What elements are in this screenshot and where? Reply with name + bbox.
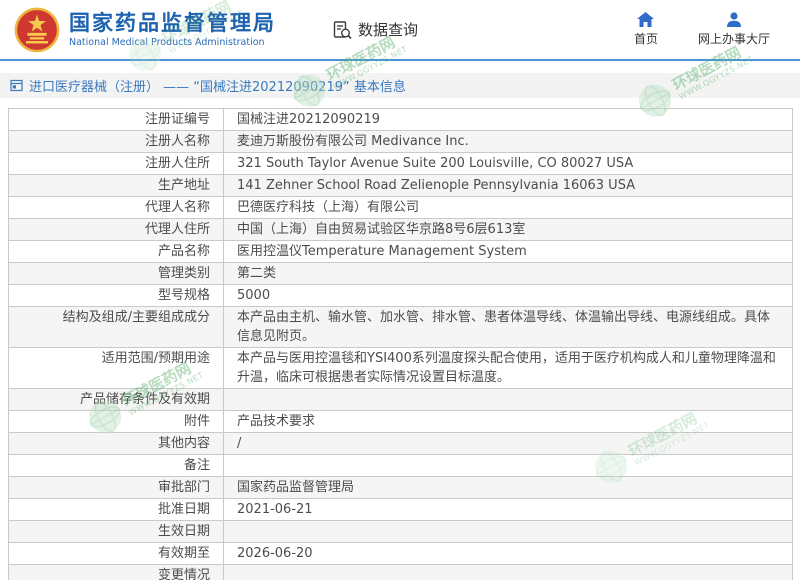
nav-service-hall[interactable]: 网上办事大厅 (698, 12, 770, 47)
table-row: 注册证编号国械注进20212090219 (9, 109, 792, 131)
header-nav: 首页 网上办事大厅 (634, 12, 800, 47)
table-row: 结构及组成/主要组成成分本产品由主机、输水管、加水管、排水管、患者体温导线、体温… (9, 307, 792, 348)
row-label: 适用范围/预期用途 (9, 348, 223, 388)
page-header: 国家药品监督管理局 National Medical Products Admi… (0, 0, 800, 61)
table-row: 批准日期2021-06-21 (9, 499, 792, 521)
table-row: 产品储存条件及有效期 (9, 389, 792, 411)
row-value: 巴德医疗科技（上海）有限公司 (223, 197, 792, 218)
row-value: / (223, 433, 792, 454)
nmpa-brand: 国家药品监督管理局 National Medical Products Admi… (0, 7, 276, 53)
row-value: 第二类 (223, 263, 792, 284)
row-label: 注册证编号 (9, 109, 223, 130)
document-search-icon (332, 20, 352, 40)
data-query-title[interactable]: 数据查询 (332, 19, 418, 40)
row-label: 代理人名称 (9, 197, 223, 218)
row-value: 麦迪万斯股份有限公司 Medivance Inc. (223, 131, 792, 152)
national-emblem-logo (14, 7, 60, 53)
table-row: 备注 (9, 455, 792, 477)
row-label: 结构及组成/主要组成成分 (9, 307, 223, 347)
row-label: 产品名称 (9, 241, 223, 262)
row-label: 批准日期 (9, 499, 223, 520)
user-icon (726, 12, 742, 27)
row-value (223, 455, 792, 476)
row-value: 2026-06-20 (223, 543, 792, 564)
row-label: 注册人住所 (9, 153, 223, 174)
brand-text: 国家药品监督管理局 National Medical Products Admi… (69, 11, 276, 48)
row-value (223, 389, 792, 410)
page-icon (10, 79, 23, 92)
table-row: 产品名称医用控温仪Temperature Management System (9, 241, 792, 263)
breadcrumb-text: 进口医疗器械（注册） —— “国械注进20212090219” 基本信息 (29, 76, 406, 95)
table-row: 注册人住所321 South Taylor Avenue Suite 200 L… (9, 153, 792, 175)
row-value: 321 South Taylor Avenue Suite 200 Louisv… (223, 153, 792, 174)
nav-home[interactable]: 首页 (634, 12, 658, 47)
row-value: 141 Zehner School Road Zelienople Pennsy… (223, 175, 792, 196)
row-value: 产品技术要求 (223, 411, 792, 432)
row-label: 备注 (9, 455, 223, 476)
row-label: 有效期至 (9, 543, 223, 564)
row-value: 本产品由主机、输水管、加水管、排水管、患者体温导线、体温输出导线、电源线组成。具… (223, 307, 792, 347)
row-value: 国家药品监督管理局 (223, 477, 792, 498)
section-title-label: 数据查询 (358, 19, 418, 40)
row-label: 产品储存条件及有效期 (9, 389, 223, 410)
table-row: 型号规格5000 (9, 285, 792, 307)
table-row: 生效日期 (9, 521, 792, 543)
row-value: 2021-06-21 (223, 499, 792, 520)
table-row: 附件产品技术要求 (9, 411, 792, 433)
row-label: 审批部门 (9, 477, 223, 498)
org-name-en: National Medical Products Administration (69, 37, 276, 48)
table-row: 变更情况 (9, 565, 792, 580)
table-row: 生产地址141 Zehner School Road Zelienople Pe… (9, 175, 792, 197)
table-row: 代理人名称巴德医疗科技（上海）有限公司 (9, 197, 792, 219)
row-value (223, 521, 792, 542)
nav-service-hall-label: 网上办事大厅 (698, 30, 770, 47)
table-row: 代理人住所中国（上海）自由贸易试验区华京路8号6层613室 (9, 219, 792, 241)
row-value (223, 565, 792, 580)
table-row: 注册人名称麦迪万斯股份有限公司 Medivance Inc. (9, 131, 792, 153)
row-label: 管理类别 (9, 263, 223, 284)
row-label: 变更情况 (9, 565, 223, 580)
table-row: 有效期至2026-06-20 (9, 543, 792, 565)
breadcrumb: 进口医疗器械（注册） —— “国械注进20212090219” 基本信息 (0, 73, 800, 98)
table-row: 管理类别第二类 (9, 263, 792, 285)
table-row: 其他内容/ (9, 433, 792, 455)
table-row: 审批部门国家药品监督管理局 (9, 477, 792, 499)
nav-home-label: 首页 (634, 30, 658, 47)
row-value: 5000 (223, 285, 792, 306)
registration-info-table: 注册证编号国械注进20212090219注册人名称麦迪万斯股份有限公司 Medi… (8, 108, 793, 580)
row-label: 注册人名称 (9, 131, 223, 152)
row-value: 中国（上海）自由贸易试验区华京路8号6层613室 (223, 219, 792, 240)
row-label: 生效日期 (9, 521, 223, 542)
home-icon (637, 12, 654, 27)
row-label: 生产地址 (9, 175, 223, 196)
row-value: 国械注进20212090219 (223, 109, 792, 130)
row-value: 本产品与医用控温毯和YSI400系列温度探头配合使用，适用于医疗机构成人和儿童物… (223, 348, 792, 388)
row-value: 医用控温仪Temperature Management System (223, 241, 792, 262)
org-name-cn: 国家药品监督管理局 (69, 11, 276, 35)
table-row: 适用范围/预期用途本产品与医用控温毯和YSI400系列温度探头配合使用，适用于医… (9, 348, 792, 389)
row-label: 其他内容 (9, 433, 223, 454)
row-label: 型号规格 (9, 285, 223, 306)
row-label: 附件 (9, 411, 223, 432)
row-label: 代理人住所 (9, 219, 223, 240)
